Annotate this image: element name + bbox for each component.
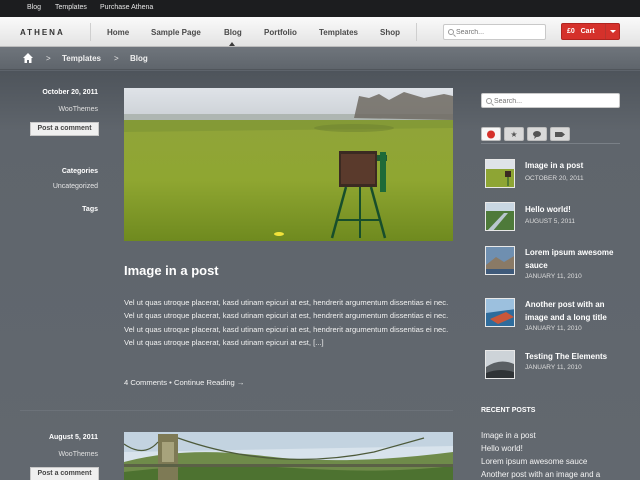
nav-divider <box>90 23 91 41</box>
popular-post-date: AUGUST 5, 2011 <box>525 218 575 225</box>
category-link[interactable]: Uncategorized <box>20 183 98 190</box>
breadcrumb-separator-icon: > <box>114 54 119 63</box>
tags-label: Tags <box>82 206 98 213</box>
post-thumbnail[interactable] <box>485 246 515 275</box>
post-author[interactable]: WooThemes <box>20 106 98 113</box>
post-thumbnail[interactable] <box>485 202 515 231</box>
breadcrumb: > Templates > Blog <box>0 47 640 70</box>
popular-post-title[interactable]: Testing The Elements <box>525 351 620 364</box>
search-icon <box>448 29 454 35</box>
recent-posts-heading: RECENT POSTS <box>481 407 536 414</box>
nav-item-templates[interactable]: Templates <box>319 28 358 37</box>
topbar-link-purchase[interactable]: Purchase Athena <box>100 4 153 11</box>
comments-link[interactable]: 4 Comments <box>124 378 167 387</box>
popular-post-title[interactable]: Hello world! <box>525 204 620 217</box>
nav-item-shop[interactable]: Shop <box>380 28 400 37</box>
topbar-link-blog[interactable]: Blog <box>27 4 41 11</box>
popular-post-title[interactable]: Lorem ipsum awesome sauce <box>525 247 620 272</box>
post-thumbnail[interactable] <box>485 298 515 327</box>
post-date: October 20, 2011 <box>42 89 98 96</box>
nav-divider <box>416 23 417 41</box>
sidebar-search-input[interactable] <box>494 96 580 107</box>
tab-comments[interactable] <box>527 127 547 141</box>
post-thumbnail[interactable] <box>485 350 515 379</box>
breadcrumb-blog[interactable]: Blog <box>130 54 148 63</box>
post-comment-button[interactable]: Post a comment <box>30 467 99 480</box>
popular-post-title[interactable]: Another post with an image and a long ti… <box>525 299 620 324</box>
home-icon[interactable] <box>22 52 34 64</box>
popular-post-date: JANUARY 11, 2010 <box>525 325 582 332</box>
tab-tags[interactable] <box>550 127 570 141</box>
sidebar-tab-rule <box>481 143 620 144</box>
recent-post-link[interactable]: Lorem ipsum awesome sauce <box>481 457 587 466</box>
post-featured-image[interactable] <box>124 432 453 480</box>
categories-label: Categories <box>61 168 98 175</box>
nav-item-sample-page[interactable]: Sample Page <box>151 28 201 37</box>
header-search[interactable] <box>443 24 546 40</box>
popular-post-title[interactable]: Image in a post <box>525 160 620 173</box>
continue-reading-link[interactable]: Continue Reading → <box>174 378 245 387</box>
popular-post-date: JANUARY 11, 2010 <box>525 364 582 371</box>
tab-popular[interactable] <box>481 127 501 141</box>
post-title[interactable]: Image in a post <box>124 263 219 278</box>
breadcrumb-separator-icon: > <box>46 54 51 63</box>
clock-icon <box>487 130 495 139</box>
post-divider <box>20 410 453 411</box>
post-author[interactable]: WooThemes <box>20 451 98 458</box>
active-nav-indicator <box>229 42 235 46</box>
nav-item-blog[interactable]: Blog <box>224 28 242 37</box>
site-logo[interactable]: ATHENA <box>20 28 65 37</box>
star-icon: ★ <box>510 130 518 139</box>
recent-post-link[interactable]: Another post with an image and a <box>481 470 600 479</box>
popular-post-date: OCTOBER 20, 2011 <box>525 175 584 182</box>
comment-icon <box>533 131 541 139</box>
tag-icon <box>555 132 565 137</box>
post-links: 4 Comments • Continue Reading → <box>124 378 244 387</box>
tab-featured[interactable]: ★ <box>504 127 524 141</box>
post-featured-image[interactable] <box>124 88 453 241</box>
top-bar: Blog Templates Purchase Athena <box>0 0 640 17</box>
post-excerpt: Vel ut quas utroque placerat, kasd utina… <box>124 298 449 347</box>
search-icon <box>486 98 492 104</box>
post-links-separator: • <box>169 378 172 387</box>
recent-post-link[interactable]: Image in a post <box>481 431 536 440</box>
header-search-input[interactable] <box>456 27 542 38</box>
nav-item-home[interactable]: Home <box>107 28 129 37</box>
recent-post-link[interactable]: Hello world! <box>481 444 523 453</box>
popular-post-date: JANUARY 11, 2010 <box>525 273 582 280</box>
post-date: August 5, 2011 <box>48 434 98 441</box>
post-thumbnail[interactable] <box>485 159 515 188</box>
cart-label: £0 Cart <box>567 28 595 35</box>
cart-dropdown-chevron-icon[interactable] <box>605 24 619 39</box>
topbar-link-templates[interactable]: Templates <box>55 4 87 11</box>
breadcrumb-templates[interactable]: Templates <box>62 54 101 63</box>
cart-button[interactable]: £0 Cart <box>561 23 620 40</box>
post-comment-button[interactable]: Post a comment <box>30 122 99 136</box>
sidebar-search[interactable] <box>481 93 620 108</box>
nav-item-portfolio[interactable]: Portfolio <box>264 28 297 37</box>
